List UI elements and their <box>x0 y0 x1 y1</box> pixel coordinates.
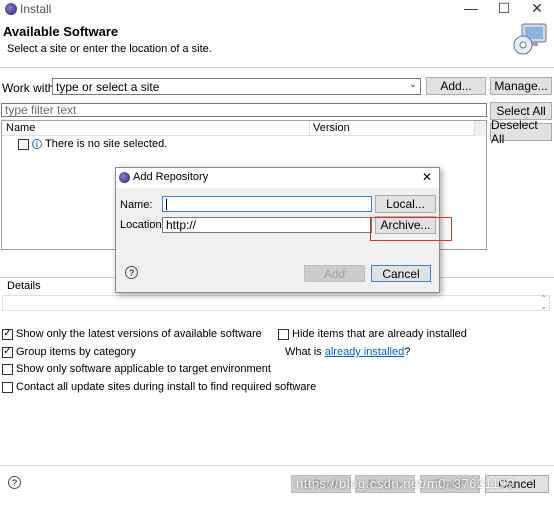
row-checkbox[interactable] <box>18 138 29 150</box>
what-is-suffix: ? <box>404 346 411 358</box>
what-is-prefix: What is <box>285 346 325 358</box>
hide-installed-checkbox[interactable] <box>278 328 289 340</box>
option-show-latest[interactable]: ✓ Show only the latest versions of avail… <box>2 328 262 340</box>
name-input[interactable] <box>162 196 372 212</box>
work-with-combo[interactable]: type or select a site ⌄ <box>52 78 421 95</box>
group-by-category-label: Group items by category <box>16 346 136 358</box>
dialog-title-bar[interactable]: Add Repository ✕ <box>116 168 439 188</box>
show-latest-label: Show only the latest versions of availab… <box>16 328 262 340</box>
name-input-caret <box>166 198 167 210</box>
show-applicable-label: Show only software applicable to target … <box>16 363 271 375</box>
name-label: Name: <box>120 199 153 211</box>
option-group-by-category[interactable]: ✓ Group items by category <box>2 346 136 358</box>
dialog-cancel-button[interactable]: Cancel <box>371 265 431 282</box>
group-by-category-checkbox[interactable]: ✓ <box>2 346 13 358</box>
work-with-label: Work with: <box>2 81 58 95</box>
table-row[interactable]: i There is no site selected. <box>18 138 167 150</box>
show-latest-checkbox[interactable]: ✓ <box>2 328 13 340</box>
table-header: Name Version <box>2 121 474 136</box>
column-divider <box>309 121 310 136</box>
contact-all-checkbox[interactable] <box>2 381 13 393</box>
what-is-installed: What is already installed? <box>285 346 410 358</box>
page-title: Available Software <box>3 24 119 39</box>
table-scrollbar[interactable] <box>474 121 486 136</box>
chevron-down-icon[interactable]: ⌄ <box>409 79 417 90</box>
details-area: ⌃ ⌄ <box>2 295 550 311</box>
install-banner-icon <box>512 22 550 56</box>
filter-placeholder: type filter text <box>5 103 77 117</box>
header-divider <box>0 67 554 68</box>
work-with-placeholder: type or select a site <box>56 79 160 94</box>
row-text: There is no site selected. <box>45 138 168 150</box>
archive-highlight-box <box>370 217 452 241</box>
info-icon: i <box>32 139 42 149</box>
help-icon[interactable]: ? <box>8 476 21 489</box>
page-subtitle: Select a site or enter the location of a… <box>7 43 212 55</box>
details-label: Details <box>7 280 41 292</box>
column-header-version[interactable]: Version <box>313 122 350 134</box>
maximize-button[interactable]: ☐ <box>494 0 514 17</box>
close-button[interactable]: ✕ <box>527 0 547 17</box>
deselect-all-button[interactable]: Deselect All <box>490 118 552 146</box>
manage-button[interactable]: Manage... <box>490 77 552 95</box>
dialog-app-icon <box>119 172 130 183</box>
column-header-name[interactable]: Name <box>6 122 35 134</box>
location-input-value: http:// <box>166 218 197 232</box>
app-icon <box>5 3 17 15</box>
details-scroll-arrows[interactable]: ⌃ ⌄ <box>540 295 547 311</box>
option-hide-installed[interactable]: Hide items that are already installed <box>278 328 467 340</box>
hide-installed-label: Hide items that are already installed <box>292 328 467 340</box>
dialog-title: Add Repository <box>133 171 209 183</box>
location-input[interactable]: http:// <box>162 217 372 233</box>
watermark: https://blog.csdn.net/m0_37621199 <box>296 476 515 491</box>
dialog-add-button[interactable]: Add <box>304 265 365 282</box>
already-installed-link[interactable]: already installed <box>325 346 405 358</box>
option-contact-all[interactable]: Contact all update sites during install … <box>2 381 316 393</box>
add-repository-dialog[interactable]: Add Repository ✕ Name: Local... Location… <box>115 167 452 293</box>
dialog-help-icon[interactable]: ? <box>125 266 138 279</box>
option-show-applicable[interactable]: Show only software applicable to target … <box>2 363 271 375</box>
minimize-button[interactable]: — <box>461 0 481 16</box>
show-applicable-checkbox[interactable] <box>2 363 13 375</box>
add-site-button[interactable]: Add... <box>426 77 486 95</box>
contact-all-label: Contact all update sites during install … <box>16 381 317 393</box>
dialog-close-icon[interactable]: ✕ <box>422 170 432 184</box>
filter-input[interactable]: type filter text <box>1 103 487 117</box>
window-title: Install <box>20 2 52 16</box>
footer-divider <box>0 465 554 466</box>
local-button[interactable]: Local... <box>375 195 436 213</box>
location-label: Location: <box>120 219 165 231</box>
